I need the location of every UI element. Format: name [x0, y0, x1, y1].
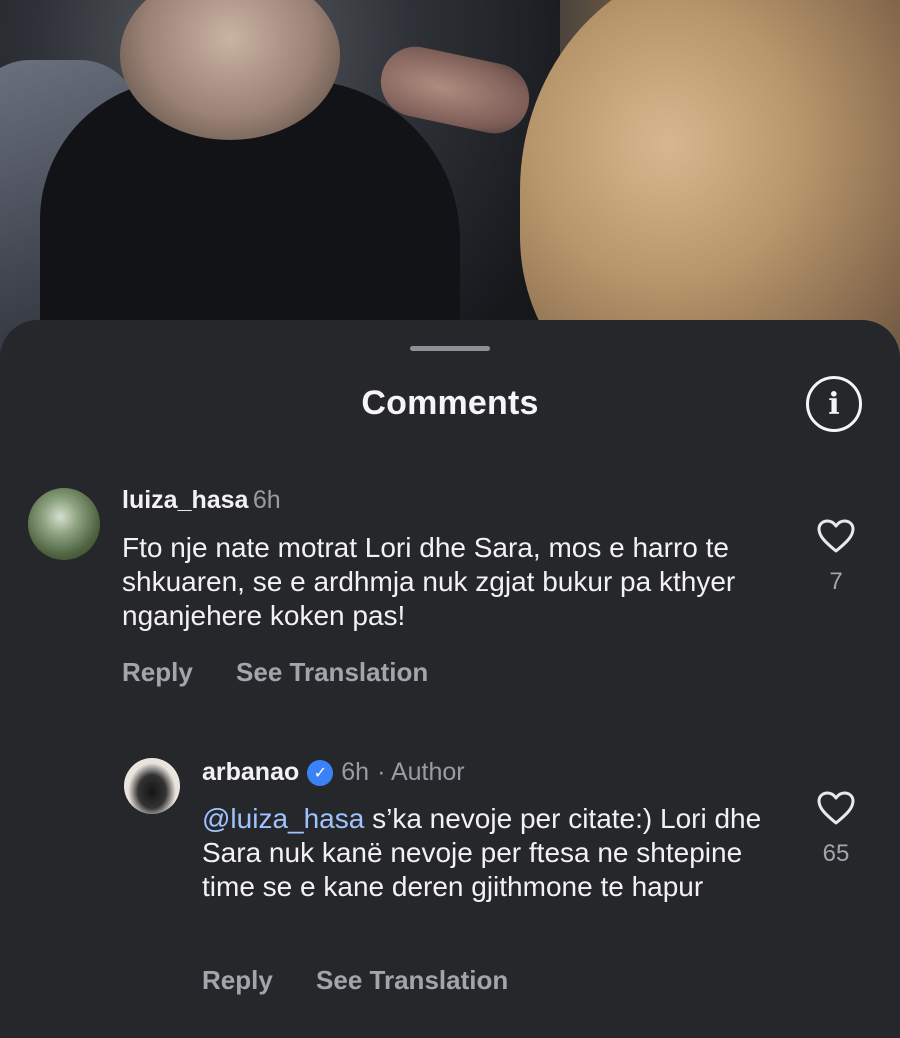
sheet-title: Comments [361, 384, 539, 422]
comment-time: 6h [341, 758, 370, 786]
reply-button[interactable]: Reply [122, 657, 193, 687]
see-translation-button[interactable]: See Translation [316, 965, 508, 995]
like-button[interactable]: 7 [816, 518, 856, 596]
comment-time: 6h [252, 486, 281, 514]
see-translation-button[interactable]: See Translation [236, 657, 428, 687]
comment-header: luiza_hasa 6h [122, 486, 281, 515]
avatar[interactable] [28, 488, 100, 560]
heart-icon [817, 519, 855, 553]
heart-icon [817, 791, 855, 825]
comment-text: @luiza_hasa s’ka nevoje per citate:) Lor… [202, 802, 782, 904]
drag-handle[interactable] [410, 346, 490, 351]
comments-sheet: Comments i luiza_hasa 6h Fto nje nate mo… [0, 320, 900, 1038]
like-count: 65 [822, 840, 850, 867]
comment-text: Fto nje nate motrat Lori dhe Sara, mos e… [122, 532, 736, 631]
comment-actions: Reply See Translation [122, 657, 464, 688]
author-tag: · Author [377, 758, 465, 786]
comment-header: arbanao ✓ 6h · Author [202, 758, 465, 787]
comment-actions: Reply See Translation [202, 965, 544, 996]
like-count: 7 [829, 568, 843, 595]
mention-link[interactable]: @luiza_hasa [202, 803, 364, 834]
comment-username[interactable]: arbanao [202, 758, 299, 787]
avatar[interactable] [124, 758, 180, 814]
verified-badge-icon: ✓ [307, 759, 334, 786]
reply-button[interactable]: Reply [202, 965, 273, 995]
comment-username[interactable]: luiza_hasa [122, 486, 248, 514]
info-icon[interactable]: i [806, 376, 862, 432]
like-button[interactable]: 65 [816, 790, 856, 868]
